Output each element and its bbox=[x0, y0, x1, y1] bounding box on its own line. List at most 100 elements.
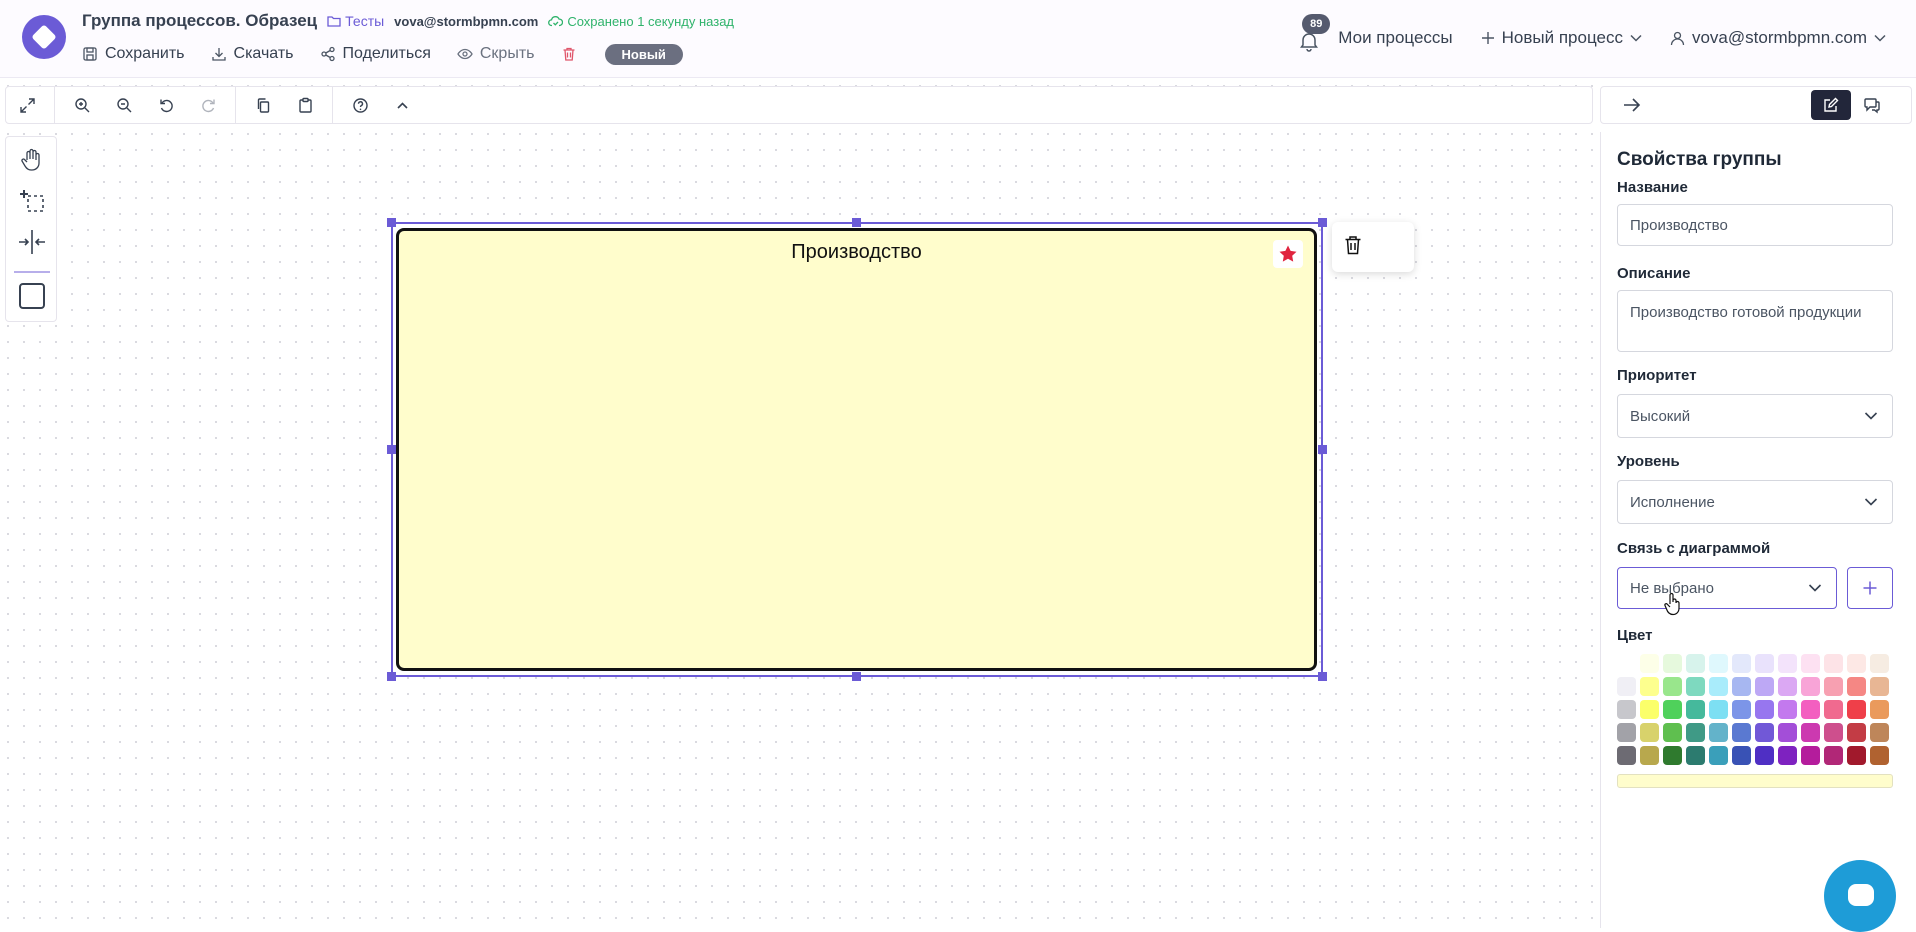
priority-star[interactable] bbox=[1273, 240, 1303, 268]
resize-handle-se[interactable] bbox=[1318, 672, 1327, 681]
color-swatch[interactable] bbox=[1640, 746, 1659, 765]
color-swatch[interactable] bbox=[1801, 700, 1820, 719]
color-swatch[interactable] bbox=[1709, 654, 1728, 673]
color-swatch[interactable] bbox=[1686, 677, 1705, 696]
app-logo[interactable] bbox=[22, 15, 66, 59]
color-swatch[interactable] bbox=[1617, 700, 1636, 719]
tab-comments[interactable] bbox=[1863, 96, 1881, 119]
color-swatch[interactable] bbox=[1847, 677, 1866, 696]
resize-handle-sw[interactable] bbox=[387, 672, 396, 681]
color-swatch[interactable] bbox=[1617, 723, 1636, 742]
collapse-panel-button[interactable] bbox=[1623, 97, 1641, 118]
color-swatch[interactable] bbox=[1663, 723, 1682, 742]
color-swatch[interactable] bbox=[1709, 723, 1728, 742]
space-tool[interactable] bbox=[17, 227, 47, 257]
support-chat-button[interactable] bbox=[1824, 860, 1896, 932]
color-swatch[interactable] bbox=[1801, 677, 1820, 696]
color-swatch[interactable] bbox=[1686, 654, 1705, 673]
group-tool[interactable] bbox=[17, 281, 47, 311]
color-swatch[interactable] bbox=[1824, 746, 1843, 765]
color-swatch[interactable] bbox=[1870, 700, 1889, 719]
resize-handle-ne[interactable] bbox=[1318, 218, 1327, 227]
delete-document-button[interactable] bbox=[561, 46, 577, 62]
help-button[interactable] bbox=[339, 87, 381, 123]
priority-select[interactable]: Высокий bbox=[1617, 394, 1893, 438]
undo-button[interactable] bbox=[145, 87, 187, 123]
my-processes-link[interactable]: Мои процессы bbox=[1338, 28, 1452, 48]
color-swatch[interactable] bbox=[1824, 677, 1843, 696]
color-swatch[interactable] bbox=[1847, 700, 1866, 719]
zoom-out-button[interactable] bbox=[103, 87, 145, 123]
redo-button[interactable] bbox=[187, 87, 229, 123]
share-button[interactable]: Поделиться bbox=[320, 45, 431, 63]
color-swatch[interactable] bbox=[1732, 700, 1751, 719]
paste-button[interactable] bbox=[284, 87, 326, 123]
color-swatch[interactable] bbox=[1709, 677, 1728, 696]
color-swatch[interactable] bbox=[1617, 654, 1636, 673]
color-swatch[interactable] bbox=[1686, 746, 1705, 765]
resize-handle-e[interactable] bbox=[1318, 445, 1327, 454]
color-swatch[interactable] bbox=[1640, 700, 1659, 719]
hide-button[interactable]: Скрыть bbox=[457, 45, 535, 63]
color-swatch[interactable] bbox=[1663, 700, 1682, 719]
color-swatch[interactable] bbox=[1640, 677, 1659, 696]
color-swatch[interactable] bbox=[1755, 723, 1774, 742]
color-swatch[interactable] bbox=[1824, 700, 1843, 719]
hand-tool[interactable] bbox=[17, 145, 47, 175]
color-swatch[interactable] bbox=[1801, 723, 1820, 742]
zoom-in-button[interactable] bbox=[61, 87, 103, 123]
color-swatch[interactable] bbox=[1847, 746, 1866, 765]
color-swatch[interactable] bbox=[1824, 654, 1843, 673]
color-swatch[interactable] bbox=[1778, 700, 1797, 719]
color-swatch[interactable] bbox=[1801, 654, 1820, 673]
resize-handle-nw[interactable] bbox=[387, 218, 396, 227]
user-menu[interactable]: vova@stormbpmn.com bbox=[1670, 28, 1886, 48]
color-swatch[interactable] bbox=[1709, 746, 1728, 765]
color-swatch[interactable] bbox=[1824, 723, 1843, 742]
color-swatch[interactable] bbox=[1847, 723, 1866, 742]
document-title[interactable]: Группа процессов. Образец bbox=[82, 11, 317, 31]
color-swatch[interactable] bbox=[1617, 746, 1636, 765]
resize-handle-s[interactable] bbox=[852, 672, 861, 681]
new-process-menu[interactable]: Новый процесс bbox=[1481, 28, 1642, 48]
color-swatch[interactable] bbox=[1847, 654, 1866, 673]
color-swatch[interactable] bbox=[1778, 654, 1797, 673]
save-button[interactable]: Сохранить bbox=[82, 45, 185, 63]
collapse-toolbar-button[interactable] bbox=[381, 87, 423, 123]
color-swatch[interactable] bbox=[1755, 700, 1774, 719]
color-swatch[interactable] bbox=[1870, 723, 1889, 742]
delete-element-button[interactable] bbox=[1344, 235, 1362, 260]
color-swatch[interactable] bbox=[1755, 746, 1774, 765]
name-field[interactable]: Производство bbox=[1617, 204, 1893, 246]
color-swatch[interactable] bbox=[1640, 654, 1659, 673]
level-select[interactable]: Исполнение bbox=[1617, 480, 1893, 524]
copy-button[interactable] bbox=[242, 87, 284, 123]
color-swatch[interactable] bbox=[1870, 654, 1889, 673]
add-diagram-link-button[interactable] bbox=[1847, 567, 1893, 609]
color-swatch[interactable] bbox=[1732, 723, 1751, 742]
color-swatch[interactable] bbox=[1778, 746, 1797, 765]
folder-link[interactable]: Тесты bbox=[327, 13, 384, 29]
color-swatch[interactable] bbox=[1755, 677, 1774, 696]
color-swatch[interactable] bbox=[1663, 677, 1682, 696]
color-swatch[interactable] bbox=[1801, 746, 1820, 765]
tab-properties[interactable] bbox=[1811, 90, 1851, 120]
color-swatch[interactable] bbox=[1778, 677, 1797, 696]
color-swatch[interactable] bbox=[1663, 654, 1682, 673]
color-swatch[interactable] bbox=[1870, 746, 1889, 765]
color-swatch[interactable] bbox=[1640, 723, 1659, 742]
description-field[interactable]: Производство готовой продукции bbox=[1617, 290, 1893, 352]
color-swatch[interactable] bbox=[1732, 677, 1751, 696]
color-swatch[interactable] bbox=[1617, 677, 1636, 696]
color-swatch[interactable] bbox=[1732, 746, 1751, 765]
fullscreen-button[interactable] bbox=[6, 87, 48, 123]
color-swatch[interactable] bbox=[1709, 700, 1728, 719]
color-swatch[interactable] bbox=[1778, 723, 1797, 742]
color-swatch[interactable] bbox=[1755, 654, 1774, 673]
resize-handle-w[interactable] bbox=[387, 445, 396, 454]
color-swatch[interactable] bbox=[1686, 700, 1705, 719]
color-swatch[interactable] bbox=[1870, 677, 1889, 696]
color-swatch[interactable] bbox=[1686, 723, 1705, 742]
lasso-tool[interactable] bbox=[17, 185, 47, 215]
diagram-link-select[interactable]: Не выбрано bbox=[1617, 567, 1837, 609]
